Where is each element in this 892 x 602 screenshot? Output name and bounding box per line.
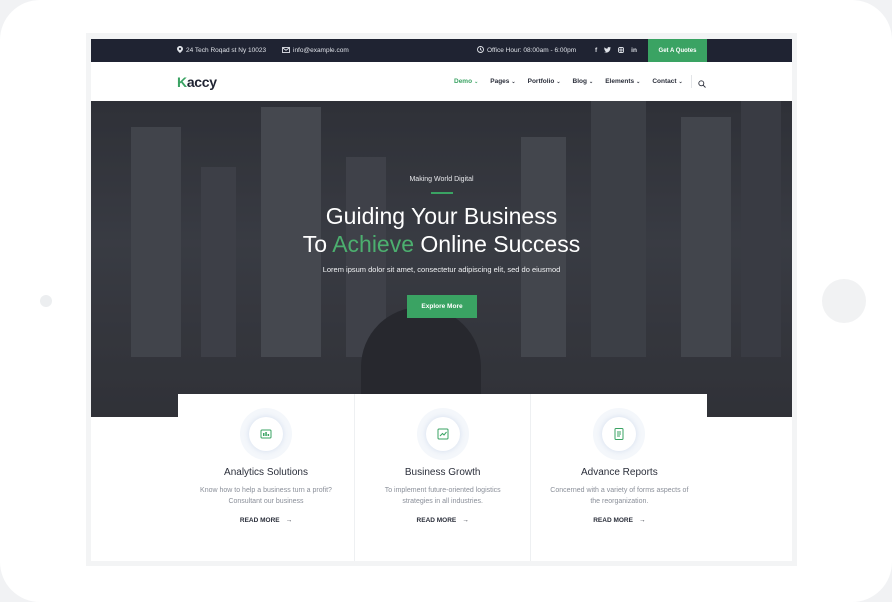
read-more-label: READ MORE [239,517,280,524]
address-info: 24 Tech Roqad st Ny 10023 [177,39,266,62]
hero-subtitle: Lorem ipsum dolor sit amet, consectetur … [322,265,561,274]
chevron-down-icon: ⌄ [636,78,641,85]
arrow-right-icon: → [462,517,469,524]
nav-item-elements[interactable]: Elements ⌄ [605,78,640,85]
address-text: 24 Tech Roqad st Ny 10023 [186,47,267,54]
feature-icon-ring [593,408,646,460]
nav-label: Blog [572,78,587,85]
logo-letter: K [177,74,187,90]
chevron-down-icon: ⌄ [511,78,516,85]
read-more-link[interactable]: READ MORE → [178,517,354,524]
feature-description: Concerned with a variety of forms aspect… [550,487,689,505]
feature-description: To implement future-oriented logistics s… [384,487,501,505]
features-section: Analytics Solutions Know how to help a b… [178,394,707,561]
search-icon[interactable] [698,75,708,88]
nav-item-portfolio[interactable]: Portfolio ⌄ [528,78,561,85]
logo-text: accy [186,74,217,90]
social-links: f in [595,39,637,62]
decor-dot-right [822,279,866,323]
nav-label: Pages [490,78,510,85]
nav-label: Contact [652,78,677,85]
nav-label: Demo [454,78,473,85]
hero-title: Guiding Your Business To Achieve Online … [91,202,792,258]
twitter-icon[interactable] [604,46,612,55]
feature-title: Advance Reports [580,467,658,478]
nav-item-contact[interactable]: Contact ⌄ [652,78,682,85]
feature-title: Business Growth [404,467,481,478]
feature-icon-ring [416,408,469,460]
clock-icon [477,46,484,55]
main-navbar: Kaccy Demo ⌄ Pages ⌄ Portfolio ⌄ Blog ⌄ Elem… [91,62,792,101]
nav-label: Portfolio [527,78,555,85]
feature-icon-ring [240,408,292,460]
nav-item-blog[interactable]: Blog ⌄ [573,78,594,85]
feature-title: Analytics Solutions [224,467,308,478]
feature-card: Analytics Solutions Know how to help a b… [178,394,355,561]
logo[interactable]: Kaccy [177,74,217,90]
email-text[interactable]: info@example.com [293,47,349,54]
chevron-down-icon: ⌄ [678,78,683,85]
nav-item-demo[interactable]: Demo ⌄ [454,78,478,85]
hero-kicker: Making World Digital [409,176,474,183]
read-more-link[interactable]: READ MORE → [531,517,707,524]
chevron-down-icon: ⌄ [474,78,479,85]
hero-title-pre: To [302,231,333,257]
map-pin-icon [177,46,183,55]
explore-more-button[interactable]: Explore More [407,295,477,318]
read-more-label: READ MORE [593,517,633,524]
hero-title-post: Online Success [414,231,581,257]
hero-overlay [91,101,792,417]
feature-description: Know how to help a business turn a profi… [200,487,332,505]
read-more-label: READ MORE [416,517,457,524]
chevron-down-icon: ⌄ [556,78,561,85]
get-quotes-button[interactable]: Get A Quotes [648,39,707,62]
linkedin-icon[interactable]: in [631,47,637,54]
feature-card: Advance Reports Concerned with a variety… [531,394,707,561]
analytics-icon [249,417,283,451]
top-bar: 24 Tech Roqad st Ny 10023 info@example.c… [91,39,792,62]
chevron-down-icon: ⌄ [589,78,594,85]
reports-icon [602,417,637,451]
arrow-right-icon: → [285,517,293,524]
nav-label: Elements [605,78,635,85]
hero-title-line1: Guiding Your Business [325,203,558,229]
nav-divider [691,75,692,88]
feature-card: Business Growth To implement future-orie… [355,394,532,561]
instagram-icon[interactable] [618,46,625,55]
hero-divider [431,192,453,194]
growth-icon [425,417,460,451]
facebook-icon[interactable]: f [595,47,597,54]
nav-item-pages[interactable]: Pages ⌄ [490,78,515,85]
decor-dot-left [40,295,52,307]
website-screen: 24 Tech Roqad st Ny 10023 info@example.c… [91,39,792,561]
read-more-link[interactable]: READ MORE → [355,517,531,524]
email-info[interactable]: info@example.com [282,39,349,62]
office-hours: Office Hour: 08:00am - 6:00pm [477,39,576,62]
arrow-right-icon: → [638,517,646,524]
mail-icon [282,46,290,55]
hero-title-accent: Achieve [332,231,415,257]
hero-title-line2: To Achieve Online Success [91,230,792,258]
hero-section: Making World Digital Guiding Your Busine… [91,101,792,417]
hours-text: Office Hour: 08:00am - 6:00pm [487,47,577,54]
nav-menu: Demo ⌄ Pages ⌄ Portfolio ⌄ Blog ⌄ Elements ⌄ … [454,62,683,101]
